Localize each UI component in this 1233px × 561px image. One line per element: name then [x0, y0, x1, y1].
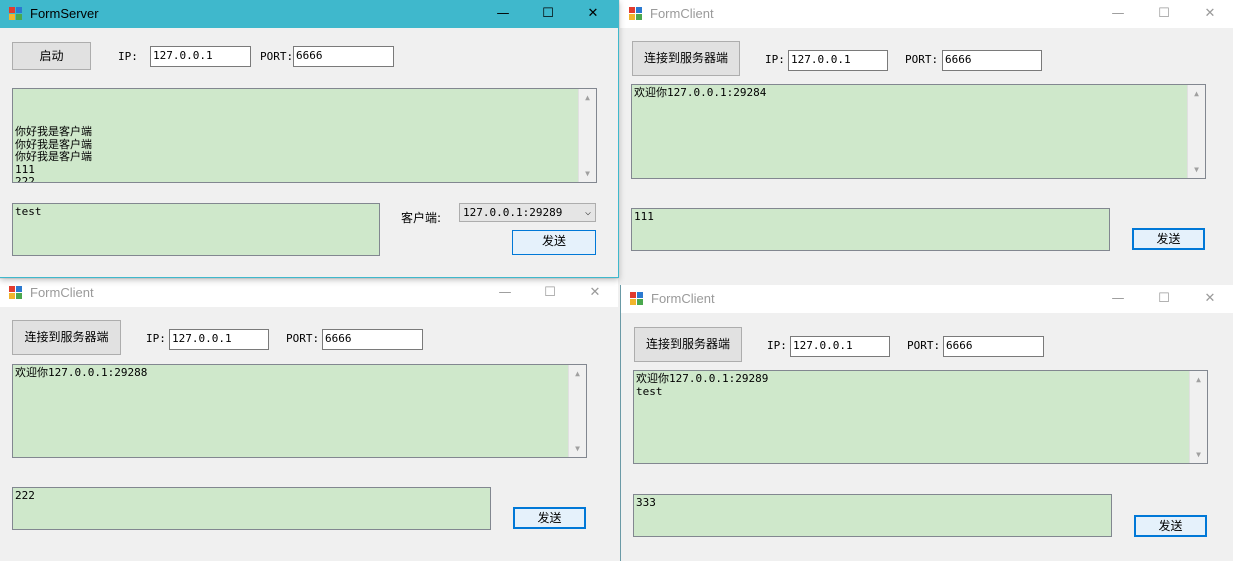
chevron-up-icon[interactable]: ▲: [1188, 85, 1205, 102]
port-label: PORT:: [260, 50, 294, 63]
client-window-2: FormClient — ☐ ✕ 连接到服务器端 IP: 127.0.0.1 P…: [0, 279, 618, 561]
ip-label: IP:: [767, 339, 787, 352]
message-input[interactable]: 111: [631, 208, 1110, 251]
start-button[interactable]: 启动: [12, 42, 91, 70]
chevron-down-icon[interactable]: ▼: [569, 440, 586, 457]
client-select[interactable]: 127.0.0.1:29289 ⌵: [459, 203, 596, 222]
title-bar[interactable]: FormClient — ☐ ✕: [621, 285, 1233, 313]
app-icon: [629, 7, 643, 20]
close-icon[interactable]: ✕: [570, 0, 616, 28]
chevron-up-icon[interactable]: ▲: [569, 365, 586, 382]
port-input[interactable]: 6666: [943, 336, 1044, 357]
send-button[interactable]: 发送: [512, 230, 596, 255]
message-log[interactable]: 欢迎你127.0.0.1:29284 ▲ ▼: [631, 84, 1206, 179]
ip-input[interactable]: 127.0.0.1: [790, 336, 890, 357]
app-icon: [630, 292, 644, 305]
maximize-icon[interactable]: ☐: [527, 279, 573, 307]
client-label: 客户端:: [401, 211, 442, 225]
ip-label: IP:: [118, 50, 138, 63]
maximize-icon[interactable]: ☐: [1141, 0, 1187, 28]
title-bar[interactable]: FormClient — ☐ ✕: [620, 0, 1233, 28]
message-log-text: 欢迎你127.0.0.1:29288: [15, 366, 148, 379]
port-input[interactable]: 6666: [322, 329, 423, 350]
message-log[interactable]: 欢迎你127.0.0.1:29288 ▲ ▼: [12, 364, 587, 458]
chevron-up-icon[interactable]: ▲: [579, 89, 596, 106]
ip-label: IP:: [765, 53, 785, 66]
minimize-icon[interactable]: —: [482, 279, 528, 307]
ip-input[interactable]: 127.0.0.1: [150, 46, 251, 67]
connect-server-button[interactable]: 连接到服务器端: [12, 320, 121, 355]
ip-input[interactable]: 127.0.0.1: [788, 50, 888, 71]
connect-server-button[interactable]: 连接到服务器端: [632, 41, 740, 76]
maximize-icon[interactable]: ☐: [525, 0, 571, 28]
port-label: PORT:: [907, 339, 941, 352]
port-input[interactable]: 6666: [293, 46, 394, 67]
send-button[interactable]: 发送: [513, 507, 586, 529]
window-title: FormServer: [30, 6, 99, 21]
scrollbar[interactable]: ▲ ▼: [1189, 371, 1207, 463]
scrollbar[interactable]: ▲ ▼: [578, 89, 596, 182]
scrollbar[interactable]: ▲ ▼: [1187, 85, 1205, 178]
chevron-up-icon[interactable]: ▲: [1190, 371, 1207, 388]
chevron-down-icon[interactable]: ▼: [1188, 161, 1205, 178]
message-input[interactable]: 222: [12, 487, 491, 530]
window-title: FormClient: [651, 291, 715, 306]
ip-input[interactable]: 127.0.0.1: [169, 329, 269, 350]
title-bar[interactable]: FormServer — ☐ ✕: [0, 0, 618, 28]
window-title: FormClient: [650, 6, 714, 21]
connect-server-button[interactable]: 连接到服务器端: [634, 327, 742, 362]
window-title: FormClient: [30, 285, 94, 300]
chevron-down-icon[interactable]: ▼: [1190, 446, 1207, 463]
message-log-text: 欢迎你127.0.0.1:29284: [634, 86, 767, 99]
close-icon[interactable]: ✕: [1187, 285, 1233, 313]
message-log[interactable]: 你好我是客户端你好我是客户端你好我是客户端111222333 ▲ ▼: [12, 88, 597, 183]
scrollbar[interactable]: ▲ ▼: [568, 365, 586, 457]
app-icon: [9, 7, 23, 20]
send-button[interactable]: 发送: [1134, 515, 1207, 537]
close-icon[interactable]: ✕: [1187, 0, 1233, 28]
maximize-icon[interactable]: ☐: [1141, 285, 1187, 313]
app-icon: [9, 286, 23, 299]
port-input[interactable]: 6666: [942, 50, 1042, 71]
title-bar[interactable]: FormClient — ☐ ✕: [0, 279, 618, 307]
port-label: PORT:: [905, 53, 939, 66]
chevron-down-icon: ⌵: [584, 207, 591, 218]
client-window-3: FormClient — ☐ ✕ 连接到服务器端 IP: 127.0.0.1 P…: [620, 285, 1233, 561]
minimize-icon[interactable]: —: [1095, 0, 1141, 28]
message-log[interactable]: 欢迎你127.0.0.1:29289 test ▲ ▼: [633, 370, 1208, 464]
close-icon[interactable]: ✕: [572, 279, 618, 307]
message-log-text: 你好我是客户端你好我是客户端你好我是客户端111222333: [15, 125, 92, 183]
message-log-text: 欢迎你127.0.0.1:29289 test: [636, 372, 769, 398]
port-label: PORT:: [286, 332, 320, 345]
minimize-icon[interactable]: —: [1095, 285, 1141, 313]
minimize-icon[interactable]: —: [480, 0, 526, 28]
send-button[interactable]: 发送: [1132, 228, 1205, 250]
server-window: FormServer — ☐ ✕ 启动 IP: 127.0.0.1 PORT: …: [0, 0, 619, 278]
chevron-down-icon[interactable]: ▼: [579, 165, 596, 182]
message-input[interactable]: test: [12, 203, 380, 256]
ip-label: IP:: [146, 332, 166, 345]
client-window-1: FormClient — ☐ ✕ 连接到服务器端 IP: 127.0.0.1 P…: [620, 0, 1233, 284]
message-input[interactable]: 333: [633, 494, 1112, 537]
